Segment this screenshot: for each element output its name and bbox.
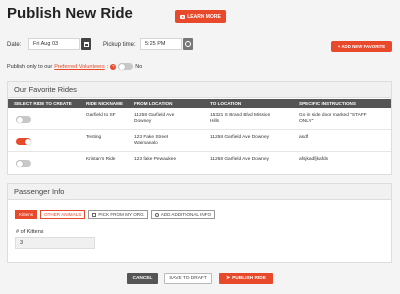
add-new-favorite-button[interactable]: + ADD NEW FAVORITE (331, 41, 392, 52)
col-nickname: RIDE NICKNAME (86, 101, 124, 106)
tab-kittens[interactable]: Kittens (15, 210, 38, 219)
passenger-tabs: Kittens OTHER ANIMALS PICK FROM MY ORG A… (15, 210, 216, 219)
to-location: 15321 S Brand Blvd Mission (210, 113, 271, 118)
col-instructions: SPECIFIC INSTRUCTIONS (299, 101, 356, 106)
pick-from-org-button[interactable]: PICK FROM MY ORG (88, 210, 148, 219)
page-title: Publish New Ride (7, 5, 133, 22)
learn-more-label: LEARN MORE (187, 13, 221, 20)
table-row[interactable]: Testing 123 Fake Street Waimanalo 11258 G… (8, 131, 391, 152)
preferred-toggle-label: No (135, 63, 143, 70)
specific-instructions-line2: ONLY" (299, 119, 314, 124)
table-row[interactable]: Kristan's Ride 123 fake Pewaukee 11258 G… (8, 153, 391, 174)
pickup-label: Pickup time: (103, 42, 136, 48)
date-label: Date: (7, 42, 22, 48)
specific-instructions: Go in side door marked "STAFF (299, 113, 367, 118)
from-location: 11258 Garfield Ave (134, 113, 175, 118)
from-location-line2: Waimanalo (134, 141, 158, 146)
from-location: 123 Fake Street (134, 135, 169, 140)
calendar-icon (83, 41, 89, 47)
publish-ride-label: PUBLISH RIDE (232, 276, 266, 281)
specific-instructions: asdf (299, 135, 309, 140)
from-location: 123 fake Pewaukee (134, 157, 177, 162)
video-icon (180, 14, 186, 19)
ride-nickname: Kristan's Ride (86, 157, 116, 162)
table-row[interactable]: Garfield to SF 11258 Garfield Ave Downey … (8, 109, 391, 130)
col-from: FROM LOCATION (134, 101, 173, 106)
cancel-button[interactable]: CANCEL (127, 273, 158, 284)
favorite-rides-panel: Our Favorite Rides SELECT RIDE TO CREATE… (7, 81, 392, 175)
preferred-volunteers-link[interactable]: Preferred Volunteers (54, 64, 104, 70)
clock-icon (185, 41, 191, 47)
to-location: 11258 Garfield Ave Downey (210, 157, 270, 162)
help-icon[interactable]: ? (110, 63, 117, 70)
date-field[interactable]: Fri Aug 03 (28, 38, 80, 50)
specific-instructions: afsjkadfjkafds (299, 157, 329, 162)
select-ride-toggle[interactable] (16, 160, 31, 167)
time-picker-button[interactable] (183, 38, 193, 50)
pick-from-org-label: PICK FROM MY ORG (98, 212, 144, 217)
preferred-prefix: Publish only to our (7, 63, 53, 70)
learn-more-button[interactable]: LEARN MORE (175, 10, 226, 23)
pickup-time-field[interactable]: 5:25 PM (140, 38, 182, 50)
favorites-table-header: SELECT RIDE TO CREATE RIDE NICKNAME FROM… (8, 99, 391, 108)
kittens-count-label: # of Kittens (16, 229, 44, 235)
passenger-info-panel: Passenger Info Kittens OTHER ANIMALS PIC… (7, 183, 392, 263)
preferred-only-toggle[interactable] (118, 63, 134, 70)
ride-nickname: Garfield to SF (86, 113, 116, 118)
plus-circle-icon (154, 212, 159, 217)
kittens-count-input[interactable]: 3 (15, 237, 95, 249)
from-location-line2: Downey (134, 119, 152, 124)
date-picker-button[interactable] (81, 38, 91, 50)
ride-nickname: Testing (86, 135, 102, 140)
col-select: SELECT RIDE TO CREATE (14, 101, 72, 106)
arrow-right-icon: ➤ (226, 276, 231, 281)
add-additional-info-button[interactable]: ADD ADDITIONAL INFO (150, 210, 216, 219)
to-location: 11258 Garfield Ave Downey (210, 135, 270, 140)
col-to: TO LOCATION (210, 101, 242, 106)
preferred-suffix: : (106, 63, 109, 70)
publish-ride-button[interactable]: ➤ PUBLISH RIDE (219, 273, 273, 284)
select-ride-toggle[interactable] (16, 116, 31, 123)
tab-other-animals[interactable]: OTHER ANIMALS (40, 210, 86, 219)
to-location-line2: Hills (210, 119, 220, 124)
favorite-rides-title: Our Favorite Rides (8, 82, 391, 98)
add-info-label: ADD ADDITIONAL INFO (160, 212, 212, 217)
passenger-info-title: Passenger Info (8, 184, 391, 200)
select-ride-toggle[interactable] (16, 138, 31, 145)
save-to-draft-button[interactable]: SAVE TO DRAFT (164, 273, 212, 284)
list-icon (92, 212, 97, 217)
preferred-volunteers-row: Publish only to our Preferred Volunteers… (7, 63, 142, 70)
